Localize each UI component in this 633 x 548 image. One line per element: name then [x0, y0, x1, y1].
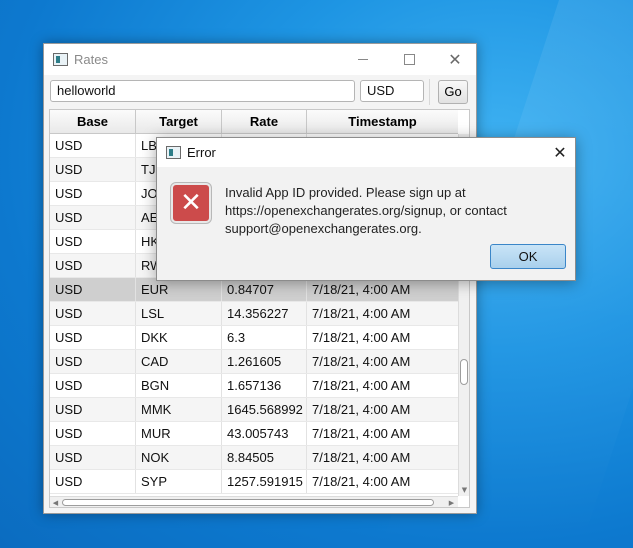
dialog-titlebar[interactable]: Error ✕	[157, 138, 575, 167]
table-cell-base: USD	[50, 350, 136, 373]
table-cell-timestamp: 7/18/21, 4:00 AM	[312, 402, 411, 417]
table-cell-target: DKK	[136, 326, 222, 349]
close-button[interactable]: ✕	[432, 44, 478, 75]
ok-button[interactable]: OK	[490, 244, 566, 269]
table-cell-rate: 43.005743	[222, 422, 307, 445]
table-cell-base: USD	[50, 470, 136, 493]
scroll-right-icon[interactable]: ▶	[446, 497, 457, 507]
column-header-base[interactable]: Base	[50, 110, 136, 133]
table-cell-rate: 0.84707	[222, 278, 307, 301]
column-header-target[interactable]: Target	[136, 110, 222, 133]
table-row[interactable]: USD LSL 14.356227 7/18/21, 4:00 AM	[50, 302, 458, 326]
table-cell-target: NOK	[136, 446, 222, 469]
table-cell-base: USD	[50, 158, 136, 181]
error-message-line: https://openexchangerates.org/signup, or…	[225, 203, 507, 218]
minimize-icon	[358, 58, 368, 60]
app-window-icon	[53, 53, 68, 66]
table-row[interactable]: USD CAD 1.261605 7/18/21, 4:00 AM	[50, 350, 458, 374]
column-header-timestamp[interactable]: Timestamp	[307, 110, 458, 133]
table-cell-timestamp: 7/18/21, 4:00 AM	[312, 330, 411, 345]
table-row[interactable]: USD MMK 1645.568992 7/18/21, 4:00 AM	[50, 398, 458, 422]
table-cell-timestamp: 7/18/21, 4:00 AM	[312, 282, 411, 297]
table-cell-base: USD	[50, 302, 136, 325]
table-cell-rate: 1645.568992	[222, 398, 307, 421]
vertical-scroll-thumb[interactable]	[460, 359, 468, 385]
toolbar: helloworld USD Go	[44, 75, 476, 109]
table-cell-rate: 14.356227	[222, 302, 307, 325]
scroll-down-icon[interactable]: ▼	[459, 484, 469, 496]
scroll-left-icon[interactable]: ◀	[50, 497, 61, 507]
table-cell-timestamp: 7/18/21, 4:00 AM	[312, 450, 411, 465]
table-cell-timestamp: 7/18/21, 4:00 AM	[312, 354, 411, 369]
table-cell-base: USD	[50, 134, 136, 157]
close-icon: ✕	[553, 143, 567, 162]
window-title: Rates	[74, 52, 108, 67]
table-row[interactable]: USD NOK 8.84505 7/18/21, 4:00 AM	[50, 446, 458, 470]
error-message-line: Invalid App ID provided. Please sign up …	[225, 185, 466, 200]
error-message: Invalid App ID provided. Please sign up …	[225, 184, 555, 238]
close-icon: ✕	[448, 50, 462, 69]
column-header-rate[interactable]: Rate	[222, 110, 307, 133]
error-dialog: Error ✕ ✕ Invalid App ID provided. Pleas…	[156, 137, 576, 281]
maximize-icon	[403, 53, 415, 65]
table-cell-timestamp: 7/18/21, 4:00 AM	[312, 378, 411, 393]
table-cell-rate: 8.84505	[222, 446, 307, 469]
table-cell-target: MUR	[136, 422, 222, 445]
table-cell-target: EUR	[136, 278, 222, 301]
table-row[interactable]: USD BGN 1.657136 7/18/21, 4:00 AM	[50, 374, 458, 398]
table-cell-rate: 1.261605	[222, 350, 307, 373]
table-cell-base: USD	[50, 398, 136, 421]
table-cell-base: USD	[50, 422, 136, 445]
table-cell-base: USD	[50, 446, 136, 469]
table-cell-target: MMK	[136, 398, 222, 421]
table-cell-base: USD	[50, 278, 136, 301]
table-row[interactable]: USD DKK 6.3 7/18/21, 4:00 AM	[50, 326, 458, 350]
horizontal-scrollbar[interactable]: ◀ ▶	[50, 496, 458, 507]
table-cell-target: CAD	[136, 350, 222, 373]
base-currency-input[interactable]: USD	[360, 80, 424, 102]
table-cell-base: USD	[50, 374, 136, 397]
table-cell-target: SYP	[136, 470, 222, 493]
dialog-title: Error	[187, 145, 216, 160]
table-cell-base: USD	[50, 206, 136, 229]
table-cell-rate: 1.657136	[222, 374, 307, 397]
table-row[interactable]: USD MUR 43.005743 7/18/21, 4:00 AM	[50, 422, 458, 446]
toolbar-separator	[429, 79, 430, 105]
table-cell-timestamp: 7/18/21, 4:00 AM	[312, 426, 411, 441]
table-cell-rate: 1257.591915	[222, 470, 307, 493]
table-cell-rate: 6.3	[222, 326, 307, 349]
app-id-input[interactable]: helloworld	[50, 80, 355, 102]
table-cell-base: USD	[50, 254, 136, 277]
app-window-icon	[166, 146, 181, 159]
table-header: Base Target Rate Timestamp	[50, 110, 458, 134]
error-message-line: support@openexchangerates.org.	[225, 221, 422, 236]
table-row[interactable]: USD EUR 0.84707 7/18/21, 4:00 AM	[50, 278, 458, 302]
error-x-icon: ✕	[171, 183, 211, 223]
window-titlebar[interactable]: Rates ✕	[44, 44, 476, 75]
maximize-button[interactable]	[386, 44, 432, 75]
table-row[interactable]: USD SYP 1257.591915 7/18/21, 4:00 AM	[50, 470, 458, 494]
table-cell-base: USD	[50, 326, 136, 349]
horizontal-scroll-thumb[interactable]	[62, 499, 434, 506]
table-cell-target: LSL	[136, 302, 222, 325]
table-cell-base: USD	[50, 230, 136, 253]
table-cell-timestamp: 7/18/21, 4:00 AM	[312, 306, 411, 321]
table-cell-target: BGN	[136, 374, 222, 397]
go-button[interactable]: Go	[438, 80, 468, 104]
dialog-close-button[interactable]: ✕	[545, 138, 575, 167]
table-cell-timestamp: 7/18/21, 4:00 AM	[312, 474, 411, 489]
table-cell-base: USD	[50, 182, 136, 205]
minimize-button[interactable]	[340, 44, 386, 75]
